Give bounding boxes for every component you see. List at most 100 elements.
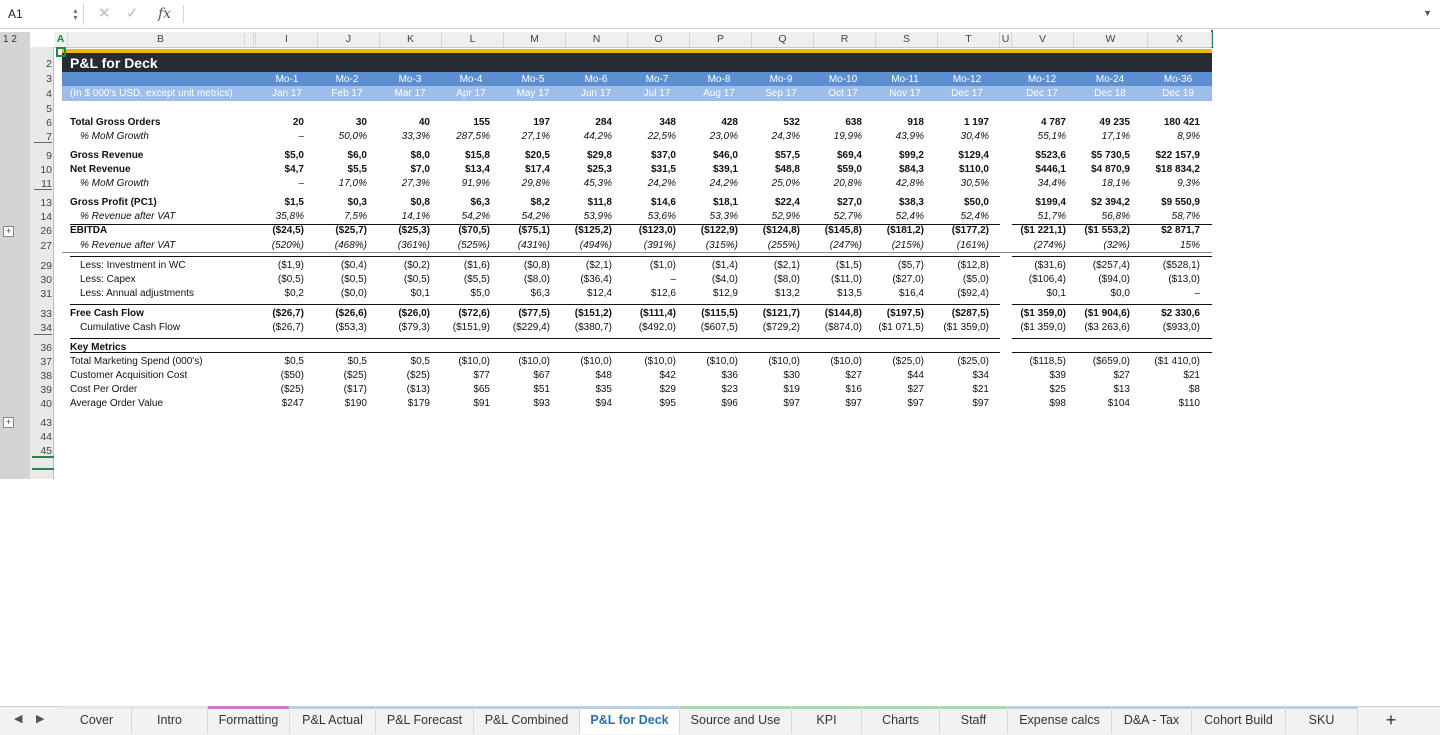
value-cell[interactable]: $13,4 <box>465 164 490 176</box>
value-cell[interactable]: $18,1 <box>713 197 738 209</box>
value-cell[interactable]: $12,9 <box>713 288 738 300</box>
value-cell[interactable]: 287,5% <box>456 131 490 143</box>
value-cell[interactable]: ($0,5) <box>278 274 304 286</box>
value-cell[interactable]: 155 <box>473 117 490 129</box>
value-cell[interactable]: $1,5 <box>285 197 304 209</box>
value-cell[interactable]: ($229,4) <box>513 322 550 334</box>
column-header-u[interactable]: U <box>1000 32 1012 47</box>
value-cell[interactable]: 53,3% <box>710 211 738 223</box>
value-cell[interactable]: ($1 904,6) <box>1084 308 1130 320</box>
tab-p-l-actual[interactable]: P&L Actual <box>290 706 376 734</box>
value-cell[interactable]: (255%) <box>768 240 800 252</box>
value-cell[interactable]: 19,9% <box>834 131 862 143</box>
value-cell[interactable]: ($92,4) <box>957 288 989 300</box>
tab-intro[interactable]: Intro <box>132 706 208 734</box>
value-cell[interactable]: ($25,7) <box>335 225 367 237</box>
value-cell[interactable]: ($5,0) <box>963 274 989 286</box>
value-cell[interactable]: $2 871,7 <box>1161 225 1200 237</box>
value-cell[interactable]: (215%) <box>892 240 924 252</box>
value-cell[interactable]: $35 <box>595 384 612 396</box>
tab-charts[interactable]: Charts <box>862 706 940 734</box>
value-cell[interactable]: ($144,8) <box>825 308 862 320</box>
value-cell[interactable]: ($5,5) <box>464 274 490 286</box>
column-header-i[interactable]: I <box>256 32 318 47</box>
value-cell[interactable]: 55,1% <box>1038 131 1066 143</box>
value-cell[interactable]: ($528,1) <box>1163 260 1200 272</box>
value-cell[interactable]: ($1 221,1) <box>1020 225 1066 237</box>
value-cell[interactable]: $51 <box>533 384 550 396</box>
column-header-v[interactable]: V <box>1012 32 1074 47</box>
value-cell[interactable]: $48,8 <box>775 164 800 176</box>
value-cell[interactable]: 27,1% <box>522 131 550 143</box>
value-cell[interactable]: ($181,2) <box>887 225 924 237</box>
value-cell[interactable]: ($26,0) <box>398 308 430 320</box>
value-cell[interactable]: 49 235 <box>1099 117 1130 129</box>
value-cell[interactable]: ($12,8) <box>957 260 989 272</box>
value-cell[interactable]: 27,3% <box>402 178 430 190</box>
expand-group-icon[interactable]: + <box>3 417 14 428</box>
value-cell[interactable]: $5,0 <box>471 288 490 300</box>
value-cell[interactable]: 51,7% <box>1038 211 1066 223</box>
value-cell[interactable]: 42,8% <box>896 178 924 190</box>
value-cell[interactable]: $27 <box>907 384 924 396</box>
prev-sheet-icon[interactable]: ◀ <box>14 712 22 725</box>
value-cell[interactable]: 53,6% <box>648 211 676 223</box>
selected-cell-a1[interactable] <box>56 47 66 57</box>
value-cell[interactable]: $0,1 <box>1047 288 1066 300</box>
value-cell[interactable]: $29 <box>659 384 676 396</box>
value-cell[interactable]: ($31,6) <box>1034 260 1066 272</box>
value-cell[interactable]: ($118,5) <box>1029 356 1066 368</box>
value-cell[interactable]: $104 <box>1108 398 1130 410</box>
column-header-o[interactable]: O <box>628 32 690 47</box>
value-cell[interactable]: 24,2% <box>648 178 676 190</box>
value-cell[interactable]: 17,0% <box>339 178 367 190</box>
value-cell[interactable]: $29,8 <box>587 150 612 162</box>
value-cell[interactable]: ($0,0) <box>341 288 367 300</box>
value-cell[interactable]: 40 <box>419 117 430 129</box>
column-header-q[interactable]: Q <box>752 32 814 47</box>
value-cell[interactable]: ($0,2) <box>404 260 430 272</box>
name-box[interactable]: A1 ▲ ▼ <box>0 3 84 25</box>
value-cell[interactable]: $48 <box>595 370 612 382</box>
value-cell[interactable]: ($2,1) <box>774 260 800 272</box>
value-cell[interactable]: ($1 071,5) <box>878 322 924 334</box>
value-cell[interactable]: $99,2 <box>899 150 924 162</box>
row-header-31[interactable]: 31 <box>30 288 52 300</box>
value-cell[interactable]: 532 <box>783 117 800 129</box>
value-cell[interactable]: ($124,8) <box>763 225 800 237</box>
row-header-27[interactable]: 27 <box>30 240 52 252</box>
row-header-10[interactable]: 10 <box>30 164 52 176</box>
outline-level-buttons[interactable]: 1 2 <box>0 32 30 47</box>
row-header-14[interactable]: 14 <box>30 211 52 223</box>
value-cell[interactable]: ($26,6) <box>335 308 367 320</box>
value-cell[interactable]: 53,9% <box>584 211 612 223</box>
value-cell[interactable]: 17,1% <box>1102 131 1130 143</box>
stepper-icon[interactable]: ▲ ▼ <box>72 8 79 22</box>
value-cell[interactable]: 20,8% <box>834 178 862 190</box>
value-cell[interactable]: ($659,0) <box>1093 356 1130 368</box>
row-header-9[interactable]: 9 <box>30 150 52 162</box>
value-cell[interactable]: 44,2% <box>584 131 612 143</box>
tab-source-and-use[interactable]: Source and Use <box>680 706 792 734</box>
value-cell[interactable]: ($197,5) <box>887 308 924 320</box>
value-cell[interactable]: ($36,4) <box>580 274 612 286</box>
value-cell[interactable]: ($10,0) <box>458 356 490 368</box>
value-cell[interactable]: $179 <box>408 398 430 410</box>
value-cell[interactable]: $190 <box>345 398 367 410</box>
value-cell[interactable]: $31,5 <box>651 164 676 176</box>
value-cell[interactable]: 23,0% <box>710 131 738 143</box>
value-cell[interactable]: $21 <box>972 384 989 396</box>
value-cell[interactable]: (32%) <box>1103 240 1130 252</box>
value-cell[interactable]: ($25,3) <box>398 225 430 237</box>
row-header-44[interactable]: 44 <box>30 431 52 443</box>
value-cell[interactable]: ($177,2) <box>952 225 989 237</box>
value-cell[interactable]: $0,2 <box>285 288 304 300</box>
value-cell[interactable]: $5 730,5 <box>1091 150 1130 162</box>
value-cell[interactable]: $6,3 <box>531 288 550 300</box>
value-cell[interactable]: $38,3 <box>899 197 924 209</box>
value-cell[interactable]: ($25) <box>407 370 430 382</box>
value-cell[interactable]: 7,5% <box>344 211 367 223</box>
value-cell[interactable]: $22 157,9 <box>1156 150 1201 162</box>
value-cell[interactable]: $65 <box>473 384 490 396</box>
value-cell[interactable]: $110 <box>1178 398 1200 410</box>
